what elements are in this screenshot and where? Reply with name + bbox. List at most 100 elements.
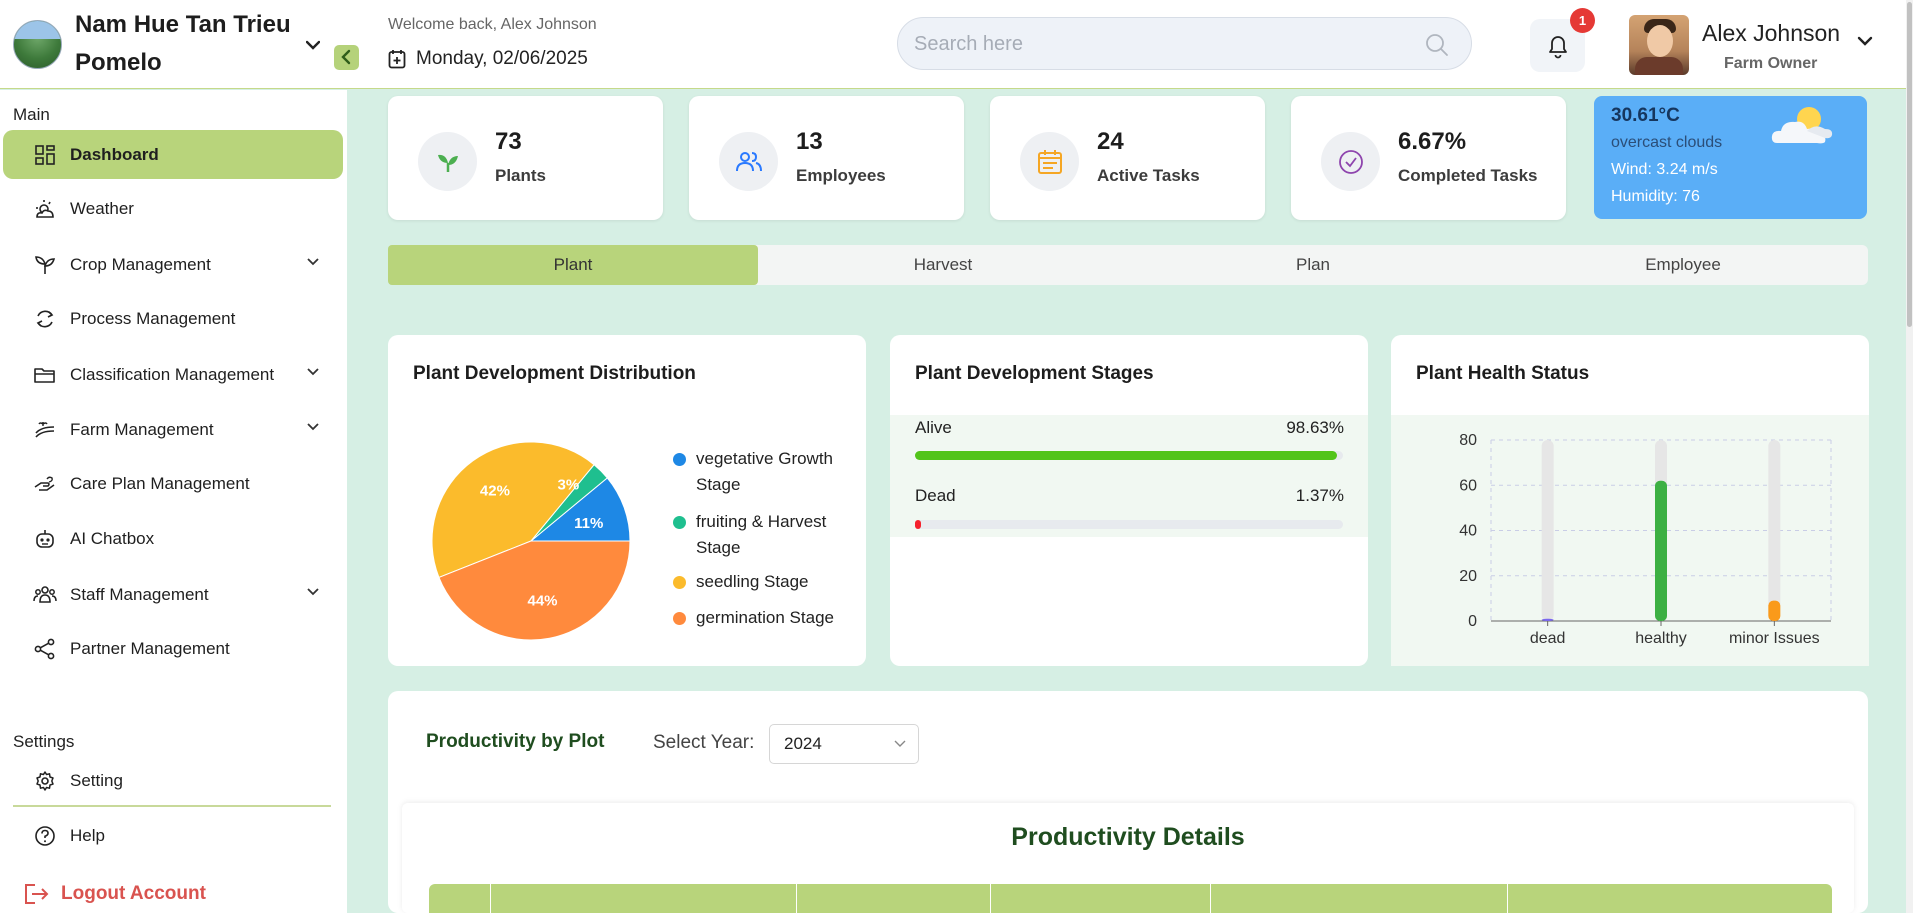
folder-icon: [34, 368, 55, 383]
legend-item[interactable]: seedling Stage: [673, 569, 856, 595]
health-bar-dead[interactable]: [1541, 618, 1554, 621]
health-bar-minor-issues[interactable]: [1768, 600, 1781, 621]
stat-icon-wrap: [418, 132, 477, 191]
sidebar-item-dashboard[interactable]: Dashboard: [3, 130, 343, 179]
sidebar-item-label: Partner Management: [70, 638, 230, 658]
leaf-icon: [438, 154, 458, 172]
x-tick-label: healthy: [1635, 630, 1687, 647]
page-scrollbar[interactable]: [1906, 0, 1913, 913]
cycle-icon: [36, 310, 54, 328]
legend-label: vegetative Growth Stage: [696, 449, 834, 494]
user-menu-chevron-icon[interactable]: [1857, 35, 1873, 47]
dashboard-icon: [35, 145, 55, 165]
sidebar-item-ai-chatbox[interactable]: AI Chatbox: [3, 514, 343, 563]
users-icon: [736, 152, 762, 172]
legend-item[interactable]: fruiting & Harvest Stage: [673, 509, 841, 561]
stage-label-dead: Dead: [915, 486, 956, 505]
sidebar-item-farm-management[interactable]: Farm Management: [3, 405, 343, 454]
farm-name[interactable]: Nam Hue Tan Trieu Pomelo: [75, 6, 305, 82]
x-tick-label: minor Issues: [1729, 630, 1820, 647]
farm-dropdown-chevron-icon[interactable]: [306, 40, 320, 50]
gear-icon: [36, 771, 54, 791]
search-icon[interactable]: [1425, 33, 1449, 57]
sidebar-item-help[interactable]: Help: [3, 811, 343, 860]
sidebar-section-settings: Settings: [13, 732, 75, 751]
sidebar-item-label: Process Management: [70, 308, 236, 328]
stat-icon-wrap: [719, 132, 778, 191]
logout-label: Logout Account: [61, 883, 206, 904]
pie-data-label-3: 44%: [527, 592, 557, 609]
logout-icon: [25, 884, 49, 904]
category-tabs: Plant Harvest Plan Employee: [388, 245, 1868, 285]
chevron-left-icon: [341, 49, 351, 65]
chevron-down-icon[interactable]: [307, 368, 319, 376]
tab-employee[interactable]: Employee: [1498, 245, 1868, 285]
staff-icon: [33, 586, 57, 603]
sidebar-item-label: Farm Management: [70, 419, 214, 439]
sidebar-item-label: AI Chatbox: [70, 528, 155, 548]
sidebar-item-crop-management[interactable]: Crop Management: [3, 240, 343, 289]
year-select-value: 2024: [784, 734, 822, 753]
table-header-cell: [797, 884, 991, 913]
avatar[interactable]: [1629, 15, 1689, 75]
pie-data-label-0: 11%: [574, 515, 603, 532]
year-select[interactable]: 2024: [769, 724, 919, 764]
sidebar-item-label: Weather: [70, 198, 134, 218]
weather-temp: 30.61°C: [1611, 105, 1680, 126]
robot-icon: [36, 530, 54, 548]
sidebar-section-main: Main: [13, 105, 50, 124]
stat-label: Plants: [495, 166, 547, 185]
weather-wind: Wind: 3.24 m/s: [1611, 161, 1718, 178]
y-tick-label: 40: [1459, 523, 1477, 540]
sidebar-item-staff-management[interactable]: Staff Management: [3, 570, 343, 619]
welcome-text: Welcome back, Alex Johnson: [388, 16, 597, 33]
sidebar-item-classification-management[interactable]: Classification Management: [3, 350, 343, 399]
chevron-down-icon[interactable]: [307, 423, 319, 431]
farm-icon: [35, 422, 55, 438]
chevron-down-icon[interactable]: [307, 258, 319, 266]
stat-icon-wrap: [1020, 132, 1079, 191]
sidebar-item-care-plan-management[interactable]: Care Plan Management: [3, 459, 343, 508]
chevron-down-icon: [894, 740, 906, 747]
card-title: Plant Development Stages: [915, 363, 1154, 384]
stat-value: 6.67%: [1398, 128, 1467, 155]
sidebar-item-label: Classification Management: [70, 364, 275, 384]
weather-card[interactable]: 30.61°C overcast clouds Wind: 3.24 m/s H…: [1594, 96, 1867, 219]
stage-label-alive: Alive: [915, 418, 952, 437]
notification-count-badge: 1: [1570, 8, 1595, 33]
sidebar-divider: [13, 805, 331, 807]
collapse-sidebar-button[interactable]: [334, 45, 359, 70]
tab-plan[interactable]: Plan: [1128, 245, 1498, 285]
progress-track-dead: [915, 520, 1343, 529]
tab-harvest[interactable]: Harvest: [758, 245, 1128, 285]
sidebar-item-weather[interactable]: Weather: [3, 184, 343, 233]
stage-pct-dead: 1.37%: [1295, 486, 1344, 505]
chevron-down-icon[interactable]: [307, 588, 319, 596]
sidebar-item-label: Crop Management: [70, 254, 211, 274]
logout-button[interactable]: Logout Account: [23, 882, 206, 906]
sidebar-item-partner-management[interactable]: Partner Management: [3, 624, 343, 673]
stat-card-completed-tasks: 6.67% Completed Tasks: [1291, 96, 1566, 220]
scrollbar-thumb[interactable]: [1907, 2, 1912, 327]
plant-stages-card: Plant Development Stages Alive 98.63% De…: [890, 335, 1368, 666]
tab-plant[interactable]: Plant: [388, 245, 758, 285]
table-header-cell: [1211, 884, 1508, 913]
check-circle-icon: [1339, 150, 1363, 174]
legend-label: seedling Stage: [696, 572, 809, 591]
sidebar-item-setting[interactable]: Setting: [3, 756, 343, 805]
progress-track-alive: [915, 451, 1343, 460]
health-bar-healthy[interactable]: [1655, 480, 1667, 621]
productivity-title: Productivity by Plot: [426, 731, 605, 752]
stat-value: 13: [796, 128, 823, 155]
legend-item[interactable]: germination Stage: [673, 605, 856, 631]
search-box[interactable]: [897, 17, 1472, 70]
user-name[interactable]: Alex Johnson: [1702, 20, 1840, 47]
stat-card-plants: 73 Plants: [388, 96, 663, 220]
search-input[interactable]: [914, 30, 1404, 58]
sidebar-item-process-management[interactable]: Process Management: [3, 294, 343, 343]
sidebar-item-label: Help: [70, 825, 105, 845]
bell-icon: [1549, 36, 1567, 59]
legend-item[interactable]: vegetative Growth Stage: [673, 446, 841, 498]
weather-humidity: Humidity: 76: [1611, 188, 1700, 205]
table-header-row: [429, 884, 1832, 913]
